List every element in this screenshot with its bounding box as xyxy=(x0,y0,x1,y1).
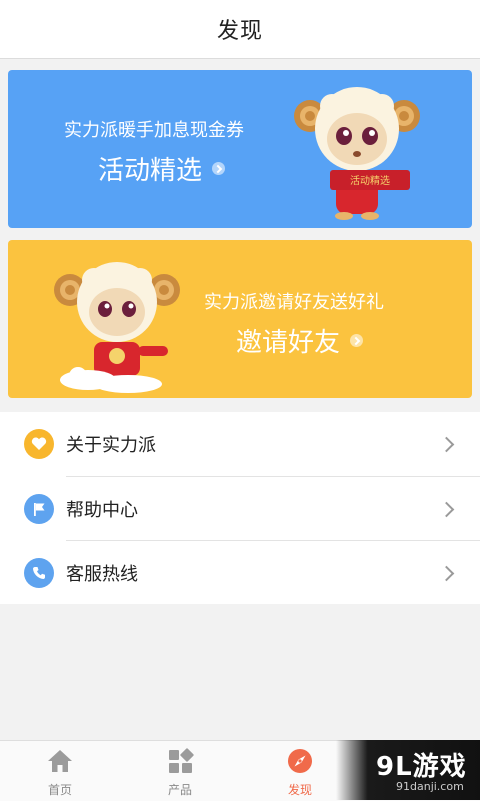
banner-invite[interactable]: 实力派邀请好友送好礼 邀请好友 xyxy=(8,240,472,398)
banner-invite-title-row: 邀请好友 xyxy=(236,322,364,359)
menu-item-help[interactable]: 帮助中心 xyxy=(0,477,480,541)
menu-item-about-label: 关于实力派 xyxy=(66,435,156,456)
watermark-sub-text: 91danji.com xyxy=(396,780,464,793)
sheep-mascot-icon xyxy=(54,262,180,393)
home-icon xyxy=(48,750,72,772)
banner-activity-subtitle: 实力派暖手加息现金券 xyxy=(64,120,244,141)
chevron-right-icon xyxy=(212,162,226,175)
menu-item-help-label: 帮助中心 xyxy=(66,500,138,521)
svg-text:活动精选: 活动精选 xyxy=(350,174,390,187)
phone-icon xyxy=(24,558,54,588)
header-bar: 发现 xyxy=(0,0,480,59)
menu-list: 关于实力派 帮助中心 客服热线 xyxy=(0,412,480,604)
tab-home-label: 首页 xyxy=(47,783,72,797)
tab-products-label: 产品 xyxy=(167,783,192,797)
menu-item-hotline-label: 客服热线 xyxy=(66,564,138,585)
menu-item-hotline[interactable]: 客服热线 xyxy=(0,541,480,605)
grid-icon xyxy=(169,748,194,773)
chevron-right-icon xyxy=(350,334,364,347)
chevron-right-icon xyxy=(438,565,455,581)
chevron-right-icon xyxy=(438,501,455,517)
page-title: 发现 xyxy=(216,19,263,44)
banner-invite-subtitle: 实力派邀请好友送好礼 xyxy=(204,292,384,313)
watermark-main-text: 9L游戏 xyxy=(376,752,467,782)
watermark-logo: 9L游戏 91danji.com xyxy=(336,740,480,800)
chevron-right-icon xyxy=(438,436,455,452)
banner-activity-title-row: 活动精选 xyxy=(98,150,226,187)
banner-activity[interactable]: 实力派暖手加息现金券 活动精选 活动精选 xyxy=(8,70,472,228)
tab-discover-label: 发现 xyxy=(287,783,312,797)
compass-icon xyxy=(288,749,312,773)
tab-discover[interactable]: 发现 xyxy=(260,741,340,801)
flag-icon xyxy=(24,494,54,524)
menu-item-about[interactable]: 关于实力派 xyxy=(0,412,480,476)
banner-activity-title: 活动精选 xyxy=(98,156,203,186)
tab-products[interactable]: 产品 xyxy=(140,741,220,801)
tab-home[interactable]: 首页 xyxy=(20,741,100,801)
heart-icon xyxy=(24,429,54,459)
sheep-mascot-icon: 活动精选 xyxy=(294,87,420,220)
banner-invite-title: 邀请好友 xyxy=(236,328,341,358)
